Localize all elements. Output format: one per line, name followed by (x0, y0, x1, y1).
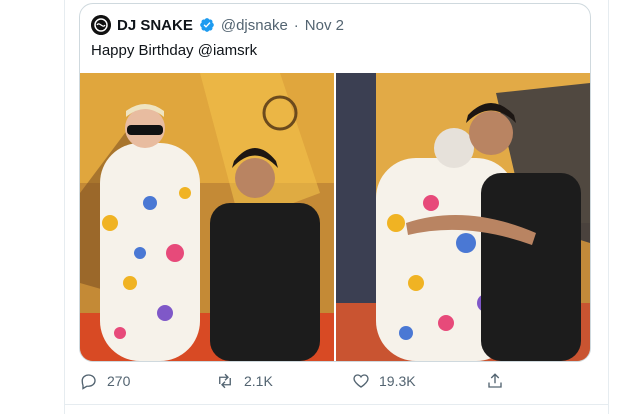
retweet-count: 2.1K (244, 373, 273, 389)
tweet-text: Happy Birthday @iamsrk (91, 42, 258, 59)
retweet-icon (215, 372, 235, 390)
timeline-left-border (64, 0, 65, 414)
tweet-actions: 270 2.1K 19.3K (80, 372, 540, 394)
verified-badge-icon (199, 17, 215, 33)
quoted-tweet-card[interactable]: DJ SNAKE @djsnake · Nov 2 Happy Birthday… (79, 3, 591, 362)
like-button[interactable]: 19.3K (352, 372, 416, 390)
author-handle[interactable]: @djsnake (221, 17, 288, 34)
tweet-header: DJ SNAKE @djsnake · Nov 2 (91, 14, 344, 36)
heart-icon (352, 372, 370, 390)
retweet-button[interactable]: 2.1K (215, 372, 273, 390)
tweet-divider (64, 404, 609, 405)
share-icon (486, 372, 504, 390)
like-count: 19.3K (379, 373, 416, 389)
reply-count: 270 (107, 373, 131, 389)
share-button[interactable] (486, 372, 504, 390)
media-photo-right[interactable] (336, 73, 590, 361)
author-name[interactable]: DJ SNAKE (117, 17, 193, 34)
timeline-right-border (608, 0, 609, 414)
author-avatar[interactable] (91, 15, 111, 35)
tweet-date[interactable]: Nov 2 (305, 17, 344, 34)
media-photo-left[interactable] (80, 73, 334, 361)
header-separator: · (293, 16, 299, 34)
reply-icon (80, 372, 98, 390)
reply-button[interactable]: 270 (80, 372, 130, 390)
tweet-media (80, 73, 590, 361)
